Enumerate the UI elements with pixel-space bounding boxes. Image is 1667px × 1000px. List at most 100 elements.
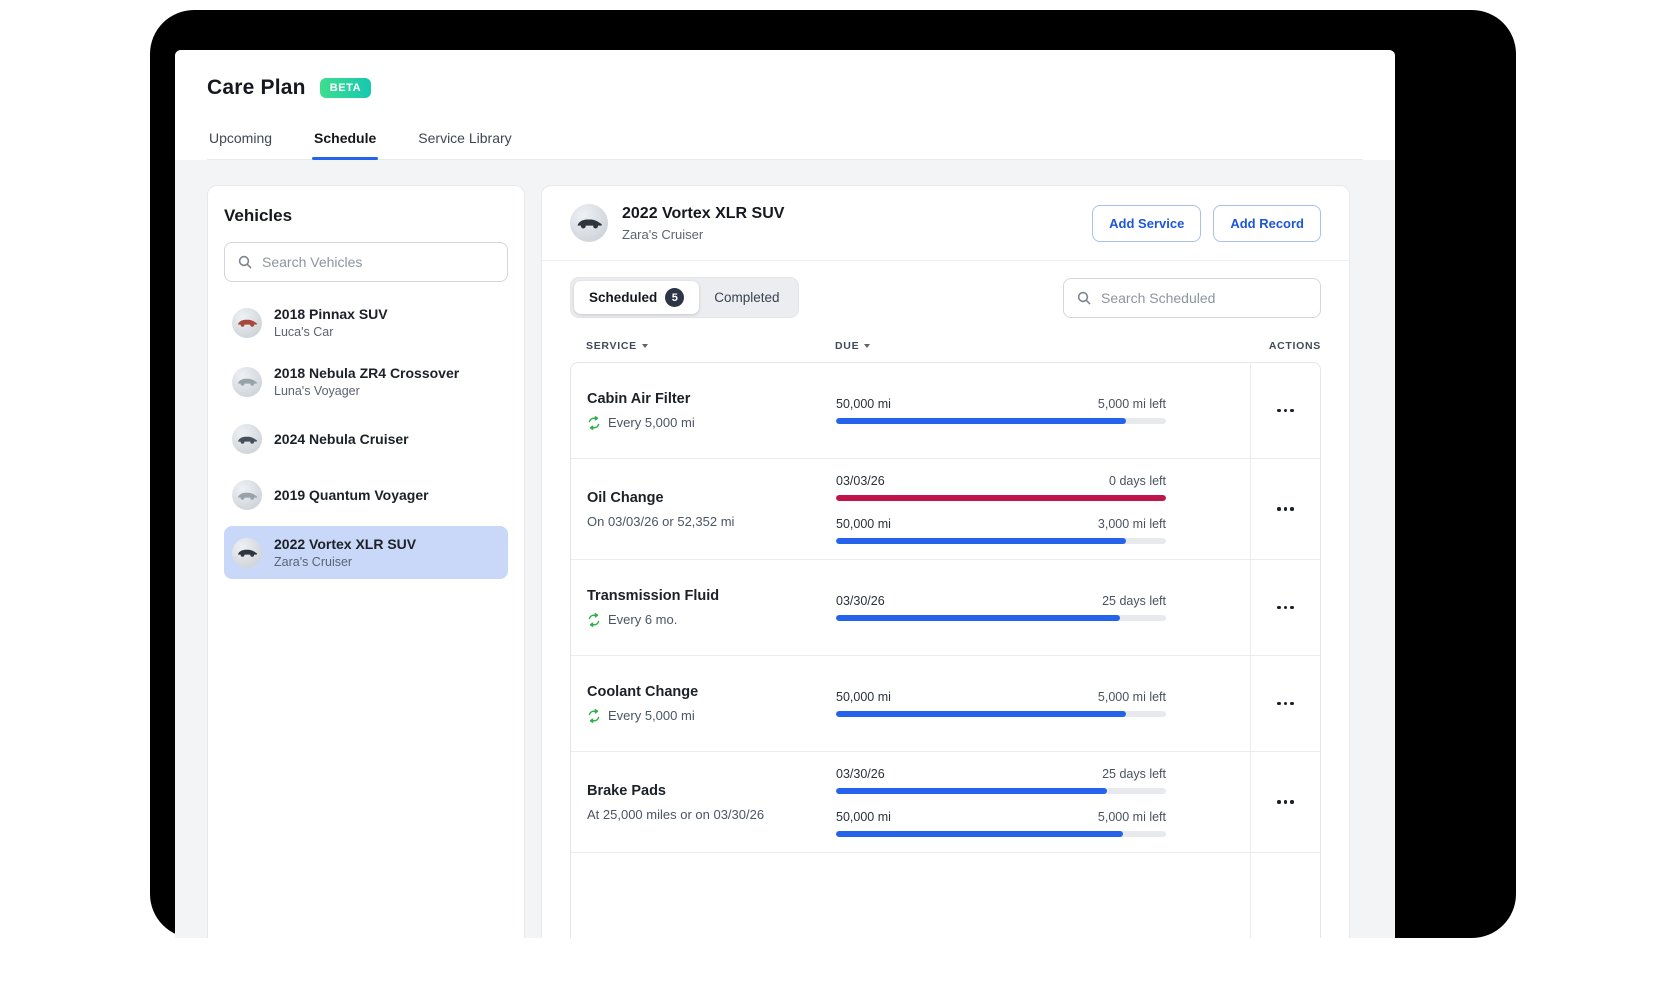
progress-left-label: 03/03/26 <box>836 474 885 488</box>
progress-track <box>836 711 1166 717</box>
column-header-actions: ACTIONS <box>1268 340 1321 352</box>
vehicle-search-input[interactable] <box>262 254 495 270</box>
service-detail: Every 5,000 mi <box>608 415 695 430</box>
actions-cell <box>1250 752 1320 852</box>
car-icon <box>238 492 258 500</box>
service-cell: Cabin Air Filter Every 5,000 mi <box>571 363 836 458</box>
row-spacer <box>1166 363 1250 458</box>
service-cell: Brake Pads At 25,000 miles or on 03/30/2… <box>571 752 836 852</box>
app-header: Care Plan BETA Upcoming Schedule Service… <box>175 50 1395 160</box>
progress-left-label: 50,000 mi <box>836 690 891 704</box>
vehicle-list-item[interactable]: 2024 Nebula Cruiser <box>224 414 508 464</box>
service-name: Cabin Air Filter <box>587 391 691 407</box>
scheduled-search-input[interactable] <box>1101 289 1308 306</box>
service-row: Brake Pads At 25,000 miles or on 03/30/2… <box>571 752 1320 853</box>
progress-right-label: 25 days left <box>1102 767 1166 781</box>
add-record-button[interactable]: Add Record <box>1213 204 1321 242</box>
progress-group: 50,000 mi 5,000 mi left <box>836 397 1166 424</box>
service-row: Coolant Change Every 5,000 mi 50,000 mi … <box>571 656 1320 752</box>
scheduled-search <box>1063 277 1321 318</box>
vehicle-list-item[interactable]: 2022 Vortex XLR SUV Zara's Cruiser <box>224 526 508 579</box>
progress-group: 03/30/26 25 days left <box>836 767 1166 794</box>
column-header-service[interactable]: SERVICE <box>570 340 835 352</box>
vehicle-subtitle: Zara's Cruiser <box>622 226 704 242</box>
add-service-button[interactable]: Add Service <box>1092 204 1202 242</box>
service-detail: At 25,000 miles or on 03/30/26 <box>587 806 765 822</box>
scheduled-count-badge: 5 <box>665 288 685 307</box>
repeat-icon <box>587 708 601 723</box>
sort-caret-icon <box>641 344 648 348</box>
progress-group: 50,000 mi 3,000 mi left <box>836 517 1166 544</box>
service-detail: Every 6 mo. <box>608 612 678 627</box>
progress-right-label: 5,000 mi left <box>1097 810 1166 824</box>
service-table-body: Cabin Air Filter Every 5,000 mi 50,000 m… <box>571 363 1320 853</box>
vehicle-list: 2018 Pinnax SUV Luca's Car 2018 Nebula Z… <box>224 296 508 579</box>
vehicle-name: 2018 Nebula ZR4 Crossover <box>274 365 460 381</box>
service-cell: Oil Change On 03/03/26 or 52,352 mi <box>571 459 836 559</box>
service-detail: On 03/03/26 or 52,352 mi <box>587 513 735 529</box>
beta-badge: BETA <box>319 78 372 98</box>
progress-group: 03/30/26 25 days left <box>836 594 1166 621</box>
progress-right-label: 3,000 mi left <box>1097 517 1166 531</box>
row-actions-button[interactable] <box>1268 400 1303 422</box>
progress-fill <box>836 788 1107 794</box>
progress-right-label: 5,000 mi left <box>1097 690 1166 704</box>
progress-track <box>836 831 1166 837</box>
progress-right-label: 25 days left <box>1102 594 1166 608</box>
progress-fill <box>836 495 1166 501</box>
service-cell: Transmission Fluid Every 6 mo. <box>571 560 836 655</box>
page-title: Care Plan <box>207 76 306 99</box>
due-cell: 50,000 mi 5,000 mi left <box>836 363 1166 458</box>
tab-service-library[interactable]: Service Library <box>416 120 513 159</box>
service-name: Coolant Change <box>587 684 699 700</box>
progress-fill <box>836 615 1120 621</box>
column-header-due[interactable]: DUE <box>835 340 1165 352</box>
progress-group: 50,000 mi 5,000 mi left <box>836 810 1166 837</box>
actions-cell <box>1250 459 1320 559</box>
progress-track <box>836 538 1166 544</box>
progress-fill <box>836 418 1127 424</box>
service-table: Cabin Air Filter Every 5,000 mi 50,000 m… <box>570 362 1321 938</box>
car-icon <box>238 436 258 444</box>
tab-completed[interactable]: Completed <box>699 281 794 314</box>
vehicle-header-avatar <box>570 204 608 242</box>
due-cell: 03/03/26 0 days left 50,000 mi 3,000 mi … <box>836 459 1166 559</box>
progress-track <box>836 495 1166 501</box>
car-icon <box>238 378 258 386</box>
vehicle-subtitle: Zara's Cruiser <box>274 555 353 569</box>
actions-cell <box>1250 656 1320 751</box>
tab-scheduled-label: Scheduled <box>589 290 658 305</box>
vehicle-list-item[interactable]: 2018 Nebula ZR4 Crossover Luna's Voyager <box>224 355 508 408</box>
progress-track <box>836 615 1166 621</box>
row-actions-button[interactable] <box>1268 693 1303 715</box>
vehicle-avatar <box>232 480 262 510</box>
due-cell: 03/30/26 25 days left <box>836 560 1166 655</box>
tab-schedule[interactable]: Schedule <box>312 120 379 160</box>
sort-caret-icon <box>864 344 871 348</box>
progress-left-label: 50,000 mi <box>836 810 891 824</box>
vehicle-list-item[interactable]: 2018 Pinnax SUV Luca's Car <box>224 296 508 349</box>
vehicle-avatar <box>232 307 262 338</box>
row-spacer <box>1166 560 1250 655</box>
tab-scheduled[interactable]: Scheduled 5 <box>574 281 700 314</box>
progress-right-label: 0 days left <box>1109 474 1166 488</box>
progress-left-label: 50,000 mi <box>836 517 891 531</box>
service-name: Transmission Fluid <box>587 588 720 604</box>
progress-fill <box>836 831 1124 837</box>
vehicle-name: 2022 Vortex XLR SUV <box>274 536 417 552</box>
row-actions-button[interactable] <box>1268 597 1303 619</box>
service-row: Oil Change On 03/03/26 or 52,352 mi 03/0… <box>571 459 1320 560</box>
vehicle-list-item[interactable]: 2019 Quantum Voyager <box>224 470 508 520</box>
service-name: Oil Change <box>587 489 664 506</box>
service-detail: Every 5,000 mi <box>608 708 695 723</box>
row-actions-button[interactable] <box>1268 791 1303 813</box>
row-spacer <box>1166 752 1250 852</box>
row-actions-button[interactable] <box>1268 498 1303 520</box>
vehicle-title: 2022 Vortex XLR SUV <box>622 204 785 222</box>
vehicle-detail-panel: 2022 Vortex XLR SUV Zara's Cruiser Add S… <box>541 185 1350 938</box>
progress-left-label: 03/30/26 <box>836 767 885 781</box>
progress-track <box>836 418 1166 424</box>
vehicle-avatar <box>232 366 262 397</box>
view-switcher: Scheduled 5 Completed <box>570 277 799 318</box>
tab-upcoming[interactable]: Upcoming <box>207 120 274 159</box>
